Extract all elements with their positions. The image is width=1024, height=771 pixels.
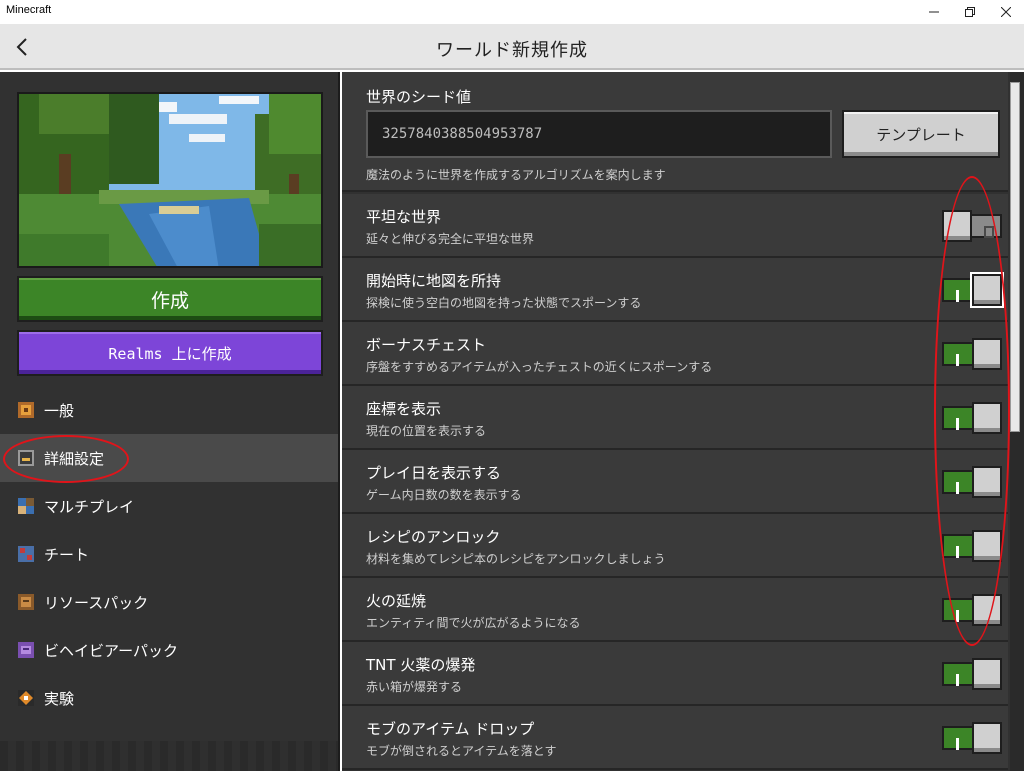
setting-title: レシピのアンロック [366,528,501,546]
seed-description: 魔法のように世界を作成するアルゴリズムを案内します [366,168,666,182]
restore-icon [965,7,975,17]
nav-item-label: リソースパック [44,593,149,612]
settings-list: 平坦な世界 延々と伸びる完全に平坦な世界 開始時に地図を所持 探検に使う空白の地… [342,194,1008,770]
setting-title: プレイ日を表示する [366,464,502,482]
close-button[interactable] [988,0,1024,24]
template-button[interactable]: テンプレート [842,110,1000,158]
setting-description: ゲーム内日数の数を表示する [366,488,522,502]
create-button[interactable]: 作成 [17,276,323,322]
left-panel: 作成 Realms 上に作成 一般 詳細設定 マルチプレイ チート リソースパッ… [0,72,340,771]
cheats-icon [18,546,34,562]
nav-item-multiplayer[interactable]: マルチプレイ [0,482,338,530]
create-on-realms-button[interactable]: Realms 上に作成 [17,330,323,376]
resource-pack-icon [18,594,34,610]
setting-title: 座標を表示 [366,400,442,418]
setting-row-bonus-chest: ボーナスチェスト 序盤をすすめるアイテムが入ったチェストの近くにスポーンする [342,322,1008,386]
multiplayer-icon [18,498,34,514]
world-preview-image [17,92,323,268]
annotation-oval-toggles [934,176,1010,646]
seed-section: 世界のシード値 3257840388504953787 テンプレート 魔法のよう… [342,72,1008,192]
nav-item-label: チート [44,545,90,564]
scrollbar-thumb[interactable] [1010,82,1020,432]
panel-footer-texture [0,741,338,771]
toggle-on-indicator [956,738,959,750]
nav-item-label: マルチプレイ [44,497,135,516]
experiments-icon [18,690,34,706]
nav-item-label: 実験 [44,689,75,708]
nav-item-resource-packs[interactable]: リソースパック [0,578,338,626]
setting-description: 現在の位置を表示する [366,424,487,438]
setting-description: 材料を集めてレシピ本のレシピをアンロックしましょう [366,552,666,566]
setting-description: 赤い箱が爆発する [366,680,463,694]
setting-title: TNT 火薬の爆発 [366,656,476,674]
setting-description: 探検に使う空白の地図を持った状態でスポーンする [366,296,642,310]
nav-item-label: ビヘイビアーパック [44,641,178,660]
setting-row-recipes-unlock: レシピのアンロック 材料を集めてレシピ本のレシピをアンロックしましょう [342,514,1008,578]
page-title: ワールド新規作成 [436,40,588,61]
restore-button[interactable] [952,0,988,24]
setting-title: 火の延焼 [366,592,427,610]
setting-description: 延々と伸びる完全に平坦な世界 [366,232,535,246]
setting-row-starting-map: 開始時に地図を所持 探検に使う空白の地図を持った状態でスポーンする [342,258,1008,322]
setting-title: ボーナスチェスト [366,336,487,354]
setting-row-tnt-explodes: TNT 火薬の爆発 赤い箱が爆発する [342,642,1008,706]
setting-title: 開始時に地図を所持 [366,272,502,290]
seed-label: 世界のシード値 [366,88,472,106]
toggle-on-indicator [956,674,959,686]
app-title: Minecraft [6,4,52,16]
toggle-knob [972,658,1002,690]
nav-item-experiments[interactable]: 実験 [0,674,338,722]
setting-row-show-days-played: プレイ日を表示する ゲーム内日数の数を表示する [342,450,1008,514]
window-titlebar: Minecraft [0,0,1024,24]
annotation-oval-advanced [3,435,129,483]
seed-input[interactable]: 3257840388504953787 [366,110,832,158]
nav-item-label: 一般 [44,401,75,420]
setting-title: モブのアイテム ドロップ [366,720,535,738]
behavior-pack-icon [18,642,34,658]
setting-description: モブが倒されるとアイテムを落とす [366,744,557,758]
nav-item-cheats[interactable]: チート [0,530,338,578]
setting-row-fire-spreads: 火の延焼 エンティティ間で火が広がるようになる [342,578,1008,642]
setting-row-flat-world: 平坦な世界 延々と伸びる完全に平坦な世界 [342,194,1008,258]
setting-description: 序盤をすすめるアイテムが入ったチェストの近くにスポーンする [366,360,713,374]
setting-description: エンティティ間で火が広がるようになる [366,616,581,630]
setting-title: 平坦な世界 [366,208,442,226]
setting-row-show-coordinates: 座標を表示 現在の位置を表示する [342,386,1008,450]
minimize-button[interactable] [916,0,952,24]
settings-panel: 世界のシード値 3257840388504953787 テンプレート 魔法のよう… [342,72,1024,771]
nav-item-general[interactable]: 一般 [0,386,338,434]
setting-row-mob-loot: モブのアイテム ドロップ モブが倒されるとアイテムを落とす [342,706,1008,770]
nav-item-behavior-packs[interactable]: ビヘイビアーパック [0,626,338,674]
tnt-explodes-toggle[interactable] [942,658,1002,690]
page-header: ワールド新規作成 [0,24,1024,70]
close-icon [1001,7,1011,17]
mob-loot-toggle[interactable] [942,722,1002,754]
minimize-icon [929,11,939,13]
general-icon [18,402,34,418]
toggle-knob [972,722,1002,754]
